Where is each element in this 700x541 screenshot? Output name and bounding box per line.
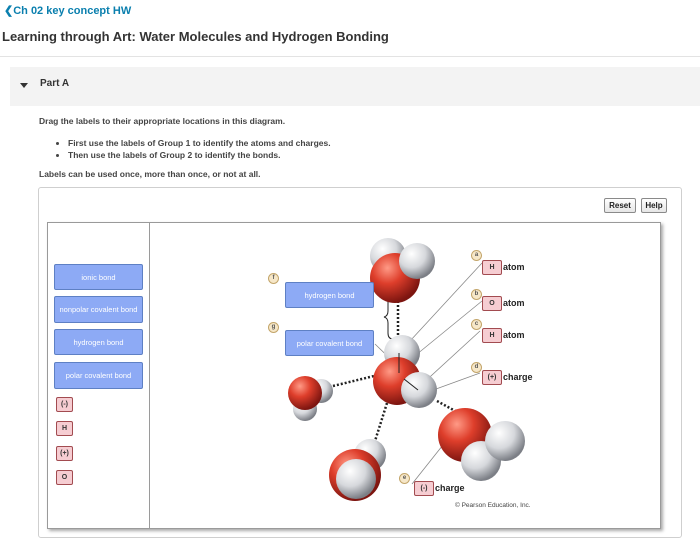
copyright-text: © Pearson Education, Inc. xyxy=(455,502,531,509)
placed-hydrogen-atom-a[interactable]: H xyxy=(482,260,502,275)
chevron-left-icon: ❮ xyxy=(4,5,14,17)
target-marker-e: e xyxy=(399,473,410,484)
header-divider xyxy=(0,56,700,57)
target-text-atom: atom xyxy=(503,330,525,340)
water-molecule-left xyxy=(288,376,333,421)
target-marker-f: f xyxy=(268,273,279,284)
placed-polar-covalent-bond[interactable]: polar covalent bond xyxy=(285,330,374,356)
placed-hydrogen-bond[interactable]: hydrogen bond xyxy=(285,282,374,308)
help-button[interactable]: Help xyxy=(641,198,667,213)
instructions-note: Labels can be used once, more than once,… xyxy=(39,169,261,179)
caret-down-icon[interactable] xyxy=(20,83,28,88)
page-title: Learning through Art: Water Molecules an… xyxy=(2,29,389,44)
label-hydrogen-bond[interactable]: hydrogen bond xyxy=(54,329,143,355)
label-polar-covalent-bond[interactable]: polar covalent bond xyxy=(54,362,143,389)
water-molecule-top xyxy=(370,238,435,303)
instructions-intro: Drag the labels to their appropriate loc… xyxy=(39,116,286,126)
water-molecule-right xyxy=(438,408,525,481)
part-header[interactable] xyxy=(10,67,700,106)
target-marker-b: b xyxy=(471,289,482,300)
back-link[interactable]: ❮Ch 02 key concept HW xyxy=(4,4,131,17)
placed-positive-charge-d[interactable]: (+) xyxy=(482,370,502,385)
label-negative-charge[interactable]: (-) xyxy=(56,397,73,412)
target-marker-d: d xyxy=(471,362,482,373)
target-text-atom: atom xyxy=(503,298,525,308)
water-molecule-bottom xyxy=(329,439,386,501)
target-text-atom: atom xyxy=(503,262,525,272)
placed-oxygen-atom-b[interactable]: O xyxy=(482,296,502,311)
placed-hydrogen-atom-c[interactable]: H xyxy=(482,328,502,343)
label-hydrogen[interactable]: H xyxy=(56,421,73,436)
target-marker-a: a xyxy=(471,250,482,261)
target-marker-g: g xyxy=(268,322,279,333)
back-link-label: Ch 02 key concept HW xyxy=(13,5,132,17)
label-positive-charge[interactable]: (+) xyxy=(56,446,73,461)
part-title: Part A xyxy=(40,78,70,89)
target-text-charge: charge xyxy=(435,483,465,493)
instructions-list: First use the labels of Group 1 to ident… xyxy=(56,137,331,161)
reset-button[interactable]: Reset xyxy=(604,198,636,213)
label-nonpolar-covalent-bond[interactable]: nonpolar covalent bond xyxy=(54,296,143,323)
instruction-bullet: First use the labels of Group 1 to ident… xyxy=(68,137,331,149)
instruction-bullet: Then use the labels of Group 2 to identi… xyxy=(68,149,331,161)
placed-negative-charge-e[interactable]: (-) xyxy=(414,481,434,496)
label-ionic-bond[interactable]: ionic bond xyxy=(54,264,143,290)
target-text-charge: charge xyxy=(503,372,533,382)
label-oxygen[interactable]: O xyxy=(56,470,73,485)
target-marker-c: c xyxy=(471,319,482,330)
